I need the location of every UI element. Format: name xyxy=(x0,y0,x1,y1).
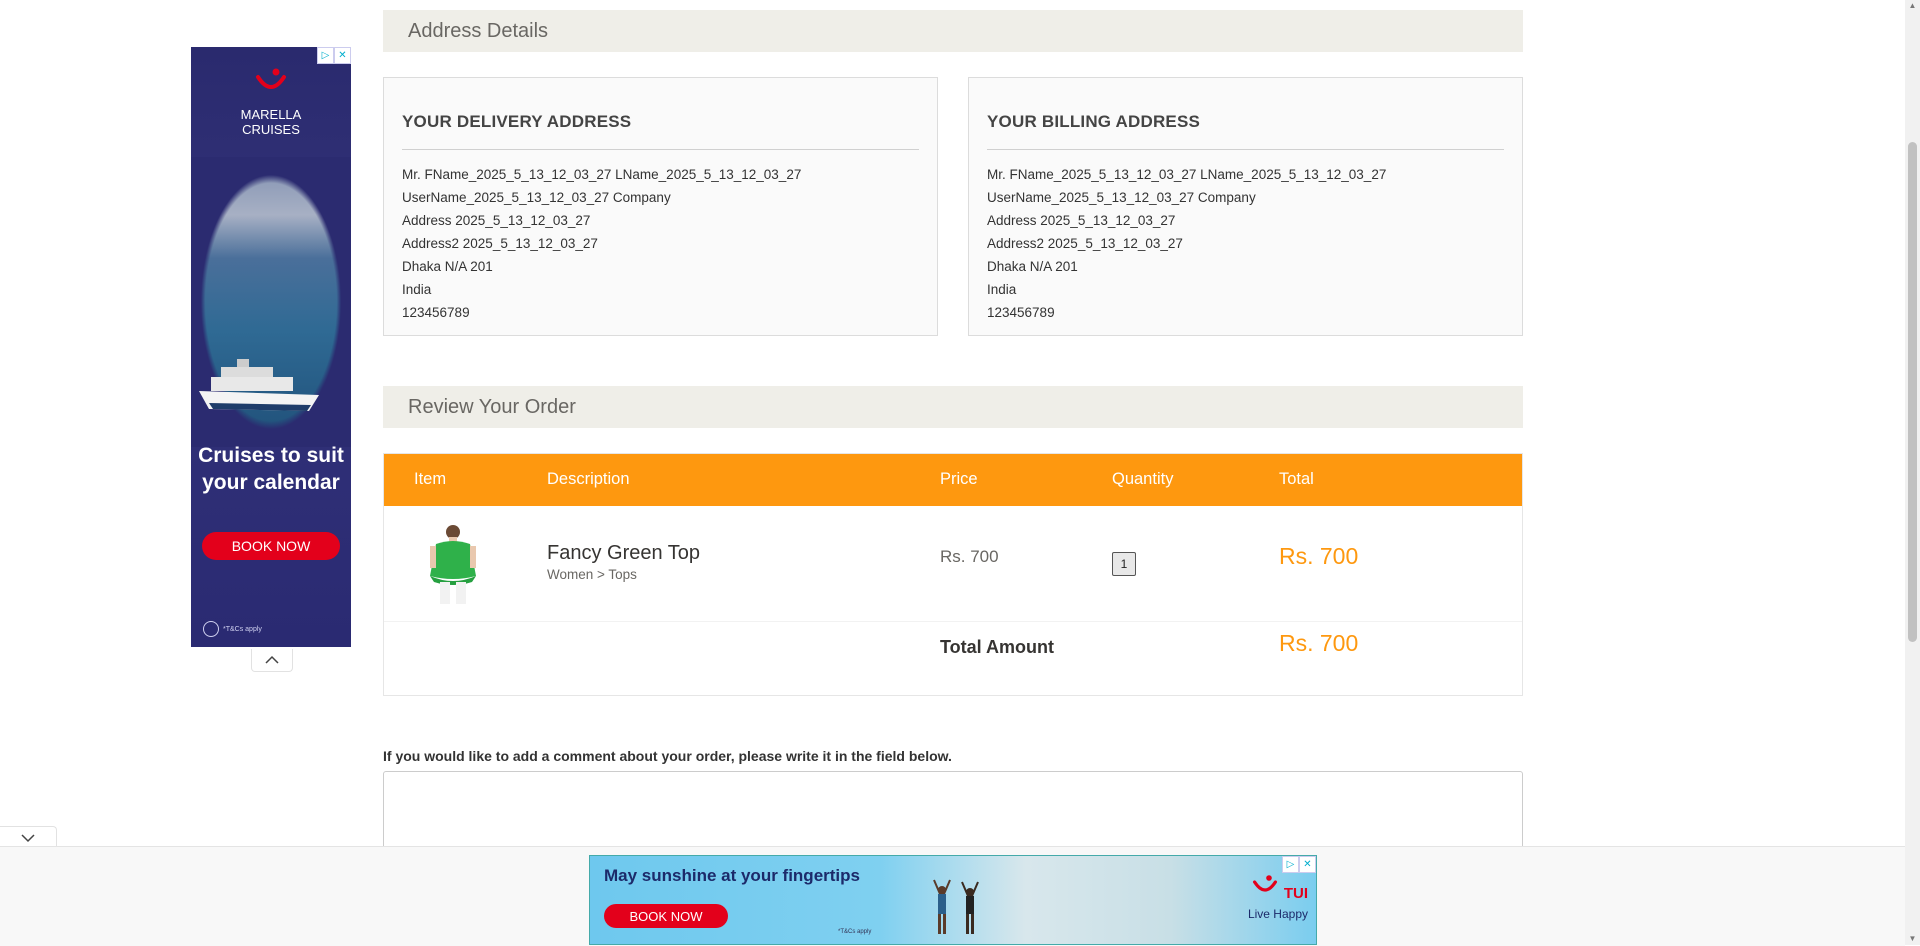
col-header-item: Item xyxy=(414,470,447,488)
collapse-ad-button[interactable] xyxy=(251,649,293,672)
billing-phone-line: 123456789 xyxy=(987,305,1055,320)
scroll-up-arrow-icon[interactable]: ▲ xyxy=(1908,2,1917,10)
left-ad-banner[interactable]: ▷ ✕ MARELLA CRUISES Cruises to suit your… xyxy=(191,47,351,647)
product-image[interactable] xyxy=(422,524,484,606)
col-header-price: Price xyxy=(940,470,978,488)
review-order-title: Review Your Order xyxy=(408,395,576,418)
address-details-title: Address Details xyxy=(408,19,549,42)
billing-address1-line: Address 2025_5_13_12_03_27 xyxy=(987,213,1176,228)
billing-city-line: Dhaka N/A 201 xyxy=(987,259,1078,274)
chevron-down-icon xyxy=(21,834,35,843)
tui-tagline: Live Happy xyxy=(1247,907,1308,921)
cruise-ship-image xyxy=(191,157,351,447)
billing-address2-line: Address2 2025_5_13_12_03_27 xyxy=(987,236,1183,251)
tui-smile-icon xyxy=(1253,875,1278,892)
bottom-ad-footnote: *T&Cs apply xyxy=(838,929,872,935)
order-table: Item Description Price Quantity Total Fa… xyxy=(383,453,1523,696)
col-header-total: Total xyxy=(1279,470,1314,488)
ad-choices[interactable]: ▷ ✕ xyxy=(317,47,351,64)
bottom-ad-choices[interactable]: ▷ ✕ xyxy=(1282,856,1316,873)
order-table-header-row: Item Description Price Quantity Total xyxy=(384,454,1522,506)
tui-smile-icon xyxy=(256,68,286,89)
delivery-name-line: Mr. FName_2025_5_13_12_03_27 LName_2025_… xyxy=(402,167,802,182)
comment-label: If you would like to add a comment about… xyxy=(383,748,952,764)
billing-address-box: YOUR BILLING ADDRESS Mr. FName_2025_5_13… xyxy=(968,77,1523,336)
billing-address-lines: Mr. FName_2025_5_13_12_03_27 LName_2025_… xyxy=(987,163,1504,324)
delivery-address2-line: Address2 2025_5_13_12_03_27 xyxy=(402,236,598,251)
chevron-up-icon xyxy=(265,655,279,664)
ad-close-icon[interactable]: ✕ xyxy=(334,47,351,64)
beach-people-icon xyxy=(933,879,979,934)
tui-brand: TUI xyxy=(1283,885,1308,902)
billing-name-line: Mr. FName_2025_5_13_12_03_27 LName_2025_… xyxy=(987,167,1387,182)
quantity-button[interactable]: 1 xyxy=(1112,552,1136,576)
col-header-description: Description xyxy=(547,470,630,488)
review-order-header: Review Your Order xyxy=(383,386,1523,428)
ad-headline: Cruises to suit your calendar xyxy=(198,444,344,494)
delivery-city-line: Dhaka N/A 201 xyxy=(402,259,493,274)
ad-info-icon[interactable]: ▷ xyxy=(317,47,334,64)
delivery-address1-line: Address 2025_5_13_12_03_27 xyxy=(402,213,591,228)
ad-brand-line2: CRUISES xyxy=(242,122,300,137)
ad-brand: MARELLA CRUISES xyxy=(191,107,351,137)
row-divider xyxy=(384,621,1522,622)
ad-info-icon[interactable]: ▷ xyxy=(1282,856,1299,873)
billing-country-line: India xyxy=(987,282,1017,297)
delivery-address-lines: Mr. FName_2025_5_13_12_03_27 LName_2025_… xyxy=(402,163,919,324)
page-scrollbar[interactable]: ▲ ▼ xyxy=(1905,0,1920,945)
cruise-ship-icon xyxy=(199,359,319,411)
ad-brand-line1: MARELLA xyxy=(240,107,302,122)
scroll-down-arrow-icon[interactable]: ▼ xyxy=(1908,935,1917,943)
delivery-country-line: India xyxy=(402,282,432,297)
ad-close-icon[interactable]: ✕ xyxy=(1299,856,1316,873)
tui-logo: TUI Live Happy xyxy=(1228,874,1308,934)
bottom-ad-book-now-button[interactable]: BOOK NOW xyxy=(604,904,728,928)
delivery-company-line: UserName_2025_5_13_12_03_27 Company xyxy=(402,190,671,205)
billing-company-line: UserName_2025_5_13_12_03_27 Company xyxy=(987,190,1256,205)
col-header-quantity: Quantity xyxy=(1112,470,1174,488)
product-category: Women > Tops xyxy=(547,567,637,582)
product-total: Rs. 700 xyxy=(1279,543,1359,569)
product-name[interactable]: Fancy Green Top xyxy=(547,542,700,565)
total-amount-label: Total Amount xyxy=(940,637,1054,657)
ad-book-now-button[interactable]: BOOK NOW xyxy=(202,532,340,560)
bottom-ad-banner[interactable]: May sunshine at your fingertips BOOK NOW… xyxy=(589,855,1317,945)
product-price: Rs. 700 xyxy=(940,547,999,566)
ad-badge-icon xyxy=(203,621,219,637)
delivery-phone-line: 123456789 xyxy=(402,305,470,320)
address-details-header: Address Details xyxy=(383,10,1523,52)
ad-footnote-text: *T&Cs apply xyxy=(223,625,262,633)
delivery-address-heading: YOUR DELIVERY ADDRESS xyxy=(402,112,919,150)
billing-address-heading: YOUR BILLING ADDRESS xyxy=(987,112,1504,150)
scrollbar-thumb[interactable] xyxy=(1908,142,1917,642)
bottom-ad-headline: May sunshine at your fingertips xyxy=(604,866,860,885)
total-amount-value: Rs. 700 xyxy=(1279,630,1359,656)
delivery-address-box: YOUR DELIVERY ADDRESS Mr. FName_2025_5_1… xyxy=(383,77,938,336)
ad-footnote: *T&Cs apply xyxy=(203,621,262,637)
